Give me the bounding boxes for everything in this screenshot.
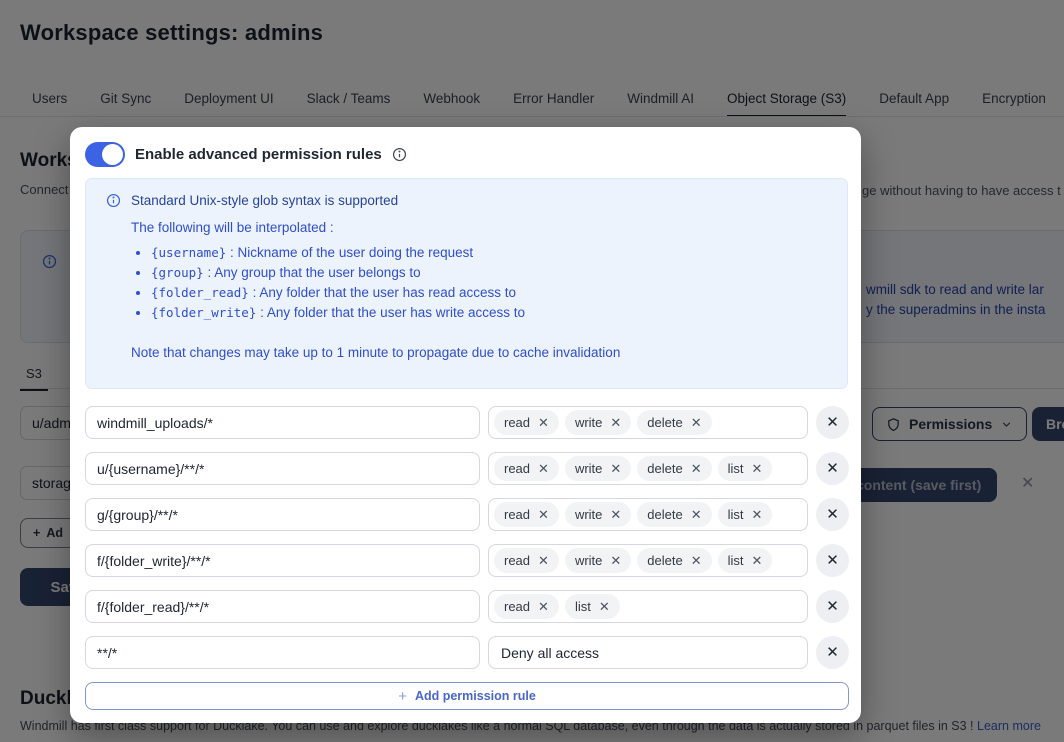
remove-tag-icon[interactable]: ✕ (610, 508, 621, 521)
enable-rules-row: Enable advanced permission rules (85, 142, 407, 167)
interpolation-item: {folder_write} : Any folder that the use… (151, 303, 827, 323)
advanced-permission-rules-modal: Enable advanced permission rules Standar… (70, 127, 861, 723)
add-permission-rule-button[interactable]: + Add permission rule (85, 682, 849, 710)
interpolation-item: {folder_read} : Any folder that the user… (151, 283, 827, 303)
permission-rules-list: read✕write✕delete✕✕read✕write✕delete✕lis… (85, 406, 849, 710)
rule-path-input[interactable] (85, 590, 480, 623)
cache-note: Note that changes may take up to 1 minut… (131, 345, 621, 360)
permission-tag-label: read (504, 507, 531, 522)
permission-tag: list ✕ (564, 594, 620, 619)
permission-tag-label: read (504, 415, 531, 430)
info-panel-title-row: Standard Unix-style glob syntax is suppo… (106, 193, 827, 208)
rule-path-input[interactable] (85, 636, 480, 669)
permission-tag-label: list (727, 507, 744, 522)
interpolation-list: {username} : Nickname of the user doing … (133, 243, 827, 323)
permission-tag-label: delete (647, 461, 683, 476)
glob-syntax-info-panel: Standard Unix-style glob syntax is suppo… (85, 178, 848, 389)
remove-tag-icon[interactable]: ✕ (538, 508, 549, 521)
permission-rule-row: Deny all access ✕ (85, 636, 849, 669)
add-permission-rule-label: Add permission rule (414, 689, 536, 703)
remove-tag-icon[interactable]: ✕ (538, 416, 549, 429)
remove-rule-button[interactable]: ✕ (816, 406, 849, 439)
permission-tag-label: write (574, 507, 603, 522)
permission-rule-row: read ✕ write ✕ delete ✕ list ✕ ✕ (85, 498, 849, 531)
info-panel-body: The following will be interpolated : {us… (131, 220, 827, 360)
permission-rule-row: read ✕ list ✕ ✕ (85, 590, 849, 623)
interpolation-intro: The following will be interpolated : (131, 220, 334, 235)
rule-permissions-box[interactable]: Deny all access (488, 636, 808, 669)
permission-tag-label: write (574, 553, 603, 568)
permission-tag: write ✕ (564, 456, 632, 481)
permission-tag: read ✕ (494, 410, 559, 435)
permission-tag-label: list (727, 461, 744, 476)
remove-tag-icon[interactable]: ✕ (538, 554, 549, 567)
permission-tag: delete ✕ (637, 456, 712, 481)
permission-tag: write ✕ (564, 410, 632, 435)
remove-tag-icon[interactable]: ✕ (691, 554, 702, 567)
remove-tag-icon[interactable]: ✕ (752, 508, 763, 521)
permission-tag-label: delete (647, 553, 683, 568)
rule-permissions-box[interactable]: read ✕ write ✕ delete ✕ list ✕ (488, 498, 808, 531)
remove-tag-icon[interactable]: ✕ (610, 554, 621, 567)
permission-tag-label: list (574, 599, 591, 614)
rule-path-input[interactable] (85, 452, 480, 485)
info-icon[interactable] (392, 147, 407, 162)
rule-path-input[interactable] (85, 498, 480, 531)
permission-tag: list ✕ (717, 502, 773, 527)
permission-tag: read ✕ (494, 548, 559, 573)
permission-tag: list ✕ (717, 456, 773, 481)
permission-tag-label: delete (647, 507, 683, 522)
remove-rule-button[interactable]: ✕ (816, 590, 849, 623)
remove-rule-button[interactable]: ✕ (816, 452, 849, 485)
permission-tag-label: read (504, 599, 531, 614)
permission-tag: delete ✕ (637, 548, 712, 573)
permission-tag-label: list (727, 553, 744, 568)
remove-tag-icon[interactable]: ✕ (538, 600, 549, 613)
remove-tag-icon[interactable]: ✕ (752, 462, 763, 475)
remove-rule-button[interactable]: ✕ (816, 498, 849, 531)
info-panel-title: Standard Unix-style glob syntax is suppo… (131, 193, 399, 208)
rule-path-input[interactable] (85, 406, 480, 439)
permission-tag: write ✕ (564, 548, 632, 573)
permission-tag: delete ✕ (637, 410, 712, 435)
remove-tag-icon[interactable]: ✕ (691, 462, 702, 475)
remove-tag-icon[interactable]: ✕ (691, 416, 702, 429)
interpolation-item: {group} : Any group that the user belong… (151, 263, 827, 283)
permission-tag: list ✕ (717, 548, 773, 573)
permission-tag: read ✕ (494, 594, 559, 619)
remove-tag-icon[interactable]: ✕ (610, 416, 621, 429)
enable-advanced-rules-toggle[interactable] (85, 142, 125, 167)
permission-tag-label: write (574, 461, 603, 476)
rule-permissions-box[interactable]: read ✕ write ✕ delete ✕ list ✕ (488, 544, 808, 577)
permission-tag-label: write (574, 415, 603, 430)
remove-tag-icon[interactable]: ✕ (752, 554, 763, 567)
permission-rule-row: read ✕ write ✕ delete ✕ list ✕ ✕ (85, 452, 849, 485)
toggle-label: Enable advanced permission rules (135, 146, 382, 163)
permission-rule-row: read ✕ write ✕ delete ✕ list ✕ ✕ (85, 544, 849, 577)
permission-tag-label: read (504, 461, 531, 476)
permission-rule-row: read ✕ write ✕ delete ✕ ✕ (85, 406, 849, 439)
info-icon (106, 193, 121, 208)
permission-tag: read ✕ (494, 456, 559, 481)
interpolation-item: {username} : Nickname of the user doing … (151, 243, 827, 263)
rule-permissions-box[interactable]: read ✕ list ✕ (488, 590, 808, 623)
plus-icon: + (398, 687, 407, 705)
remove-rule-button[interactable]: ✕ (816, 544, 849, 577)
permission-tag: read ✕ (494, 502, 559, 527)
remove-tag-icon[interactable]: ✕ (610, 462, 621, 475)
permission-tag: write ✕ (564, 502, 632, 527)
remove-tag-icon[interactable]: ✕ (538, 462, 549, 475)
permission-tag-label: read (504, 553, 531, 568)
remove-rule-button[interactable]: ✕ (816, 636, 849, 669)
deny-all-access-label: Deny all access (501, 644, 600, 661)
rule-permissions-box[interactable]: read ✕ write ✕ delete ✕ (488, 406, 808, 439)
rule-path-input[interactable] (85, 544, 480, 577)
remove-tag-icon[interactable]: ✕ (691, 508, 702, 521)
permission-tag-label: delete (647, 415, 683, 430)
permission-tag: delete ✕ (637, 502, 712, 527)
toggle-knob (102, 144, 123, 165)
remove-tag-icon[interactable]: ✕ (599, 600, 610, 613)
rule-permissions-box[interactable]: read ✕ write ✕ delete ✕ list ✕ (488, 452, 808, 485)
